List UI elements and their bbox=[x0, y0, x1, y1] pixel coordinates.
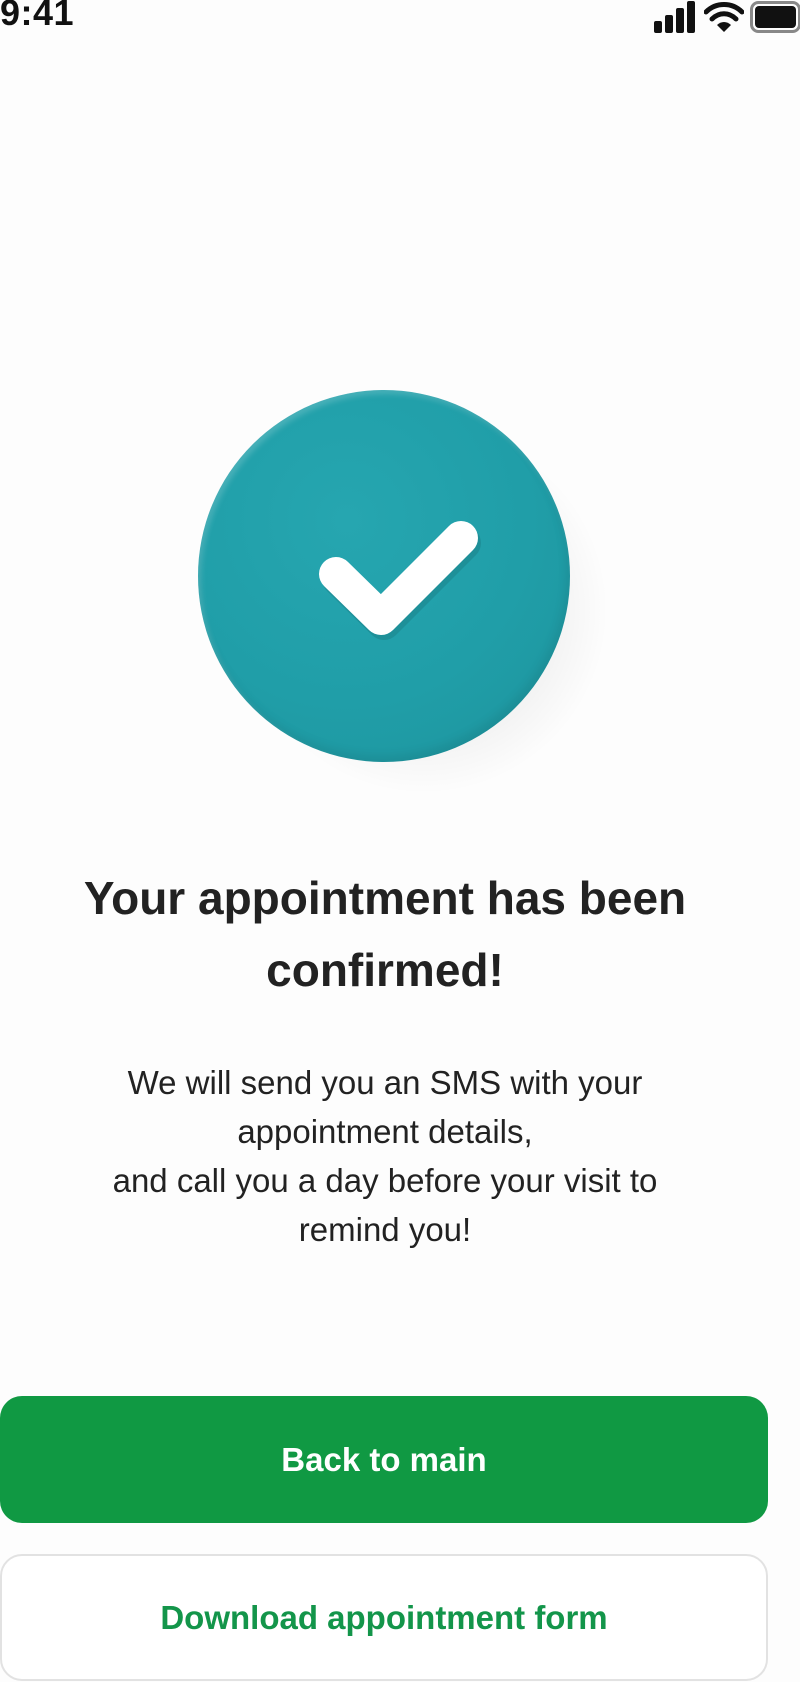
status-bar: 9:41 bbox=[0, 0, 800, 40]
confirmation-title: Your appointment has been confirmed! bbox=[83, 872, 687, 996]
badge-circle bbox=[198, 390, 570, 762]
download-appointment-form-button[interactable]: Download appointment form bbox=[0, 1554, 768, 1681]
status-time: 9:41 bbox=[0, 0, 75, 33]
battery-icon bbox=[750, 1, 800, 33]
success-badge bbox=[198, 390, 610, 796]
back-to-main-button[interactable]: Back to main bbox=[0, 1396, 768, 1523]
signal-icon bbox=[654, 1, 695, 33]
checkmark-icon bbox=[319, 521, 481, 640]
status-icons bbox=[650, 0, 800, 34]
wifi-icon bbox=[704, 2, 744, 32]
confirmation-message: We will send you an SMS with your appoin… bbox=[112, 1064, 658, 1248]
